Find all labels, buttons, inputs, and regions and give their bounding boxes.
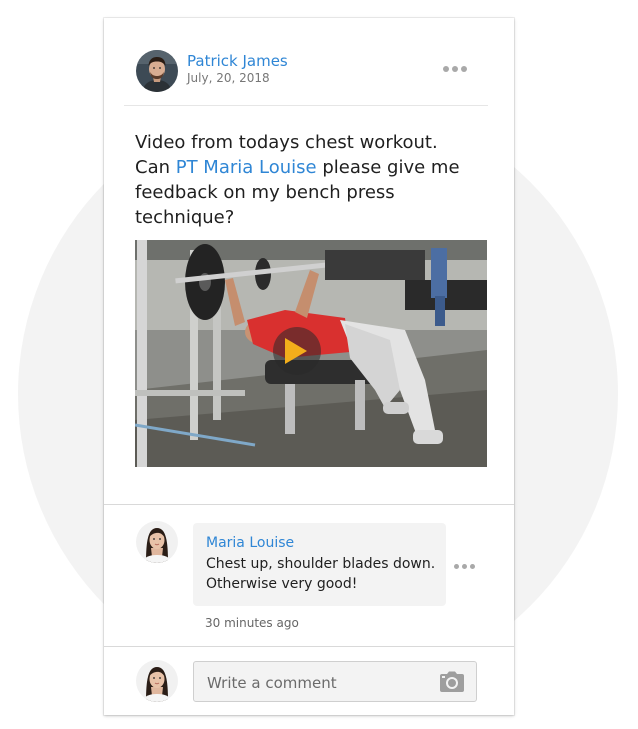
divider <box>104 646 514 647</box>
camera-icon[interactable] <box>439 671 465 693</box>
post-date: July, 20, 2018 <box>187 71 270 85</box>
avatar[interactable] <box>136 521 178 563</box>
divider <box>104 504 514 505</box>
more-horizontal-icon[interactable] <box>443 66 467 72</box>
comment-author-name[interactable]: Maria Louise <box>206 535 294 551</box>
comment-bubble: Maria Louise Chest up, shoulder blades d… <box>193 523 446 606</box>
post-text: Video from todays chest workout. Can PT … <box>135 130 475 230</box>
mention-link[interactable]: PT Maria Louise <box>176 157 317 178</box>
play-icon[interactable] <box>285 338 307 364</box>
comment-text: Chest up, shoulder blades down. Otherwis… <box>206 556 436 592</box>
comment-input-placeholder: Write a comment <box>207 674 337 692</box>
comment-timestamp: 30 minutes ago <box>205 616 299 630</box>
video-thumbnail[interactable] <box>135 240 487 467</box>
more-horizontal-icon[interactable] <box>454 564 475 569</box>
avatar[interactable] <box>136 660 178 702</box>
divider <box>124 105 488 106</box>
post-card: Patrick James July, 20, 2018 Video from … <box>104 18 514 715</box>
post-author-name[interactable]: Patrick James <box>187 52 288 70</box>
avatar[interactable] <box>136 50 178 92</box>
comment-input[interactable]: Write a comment <box>193 661 477 702</box>
